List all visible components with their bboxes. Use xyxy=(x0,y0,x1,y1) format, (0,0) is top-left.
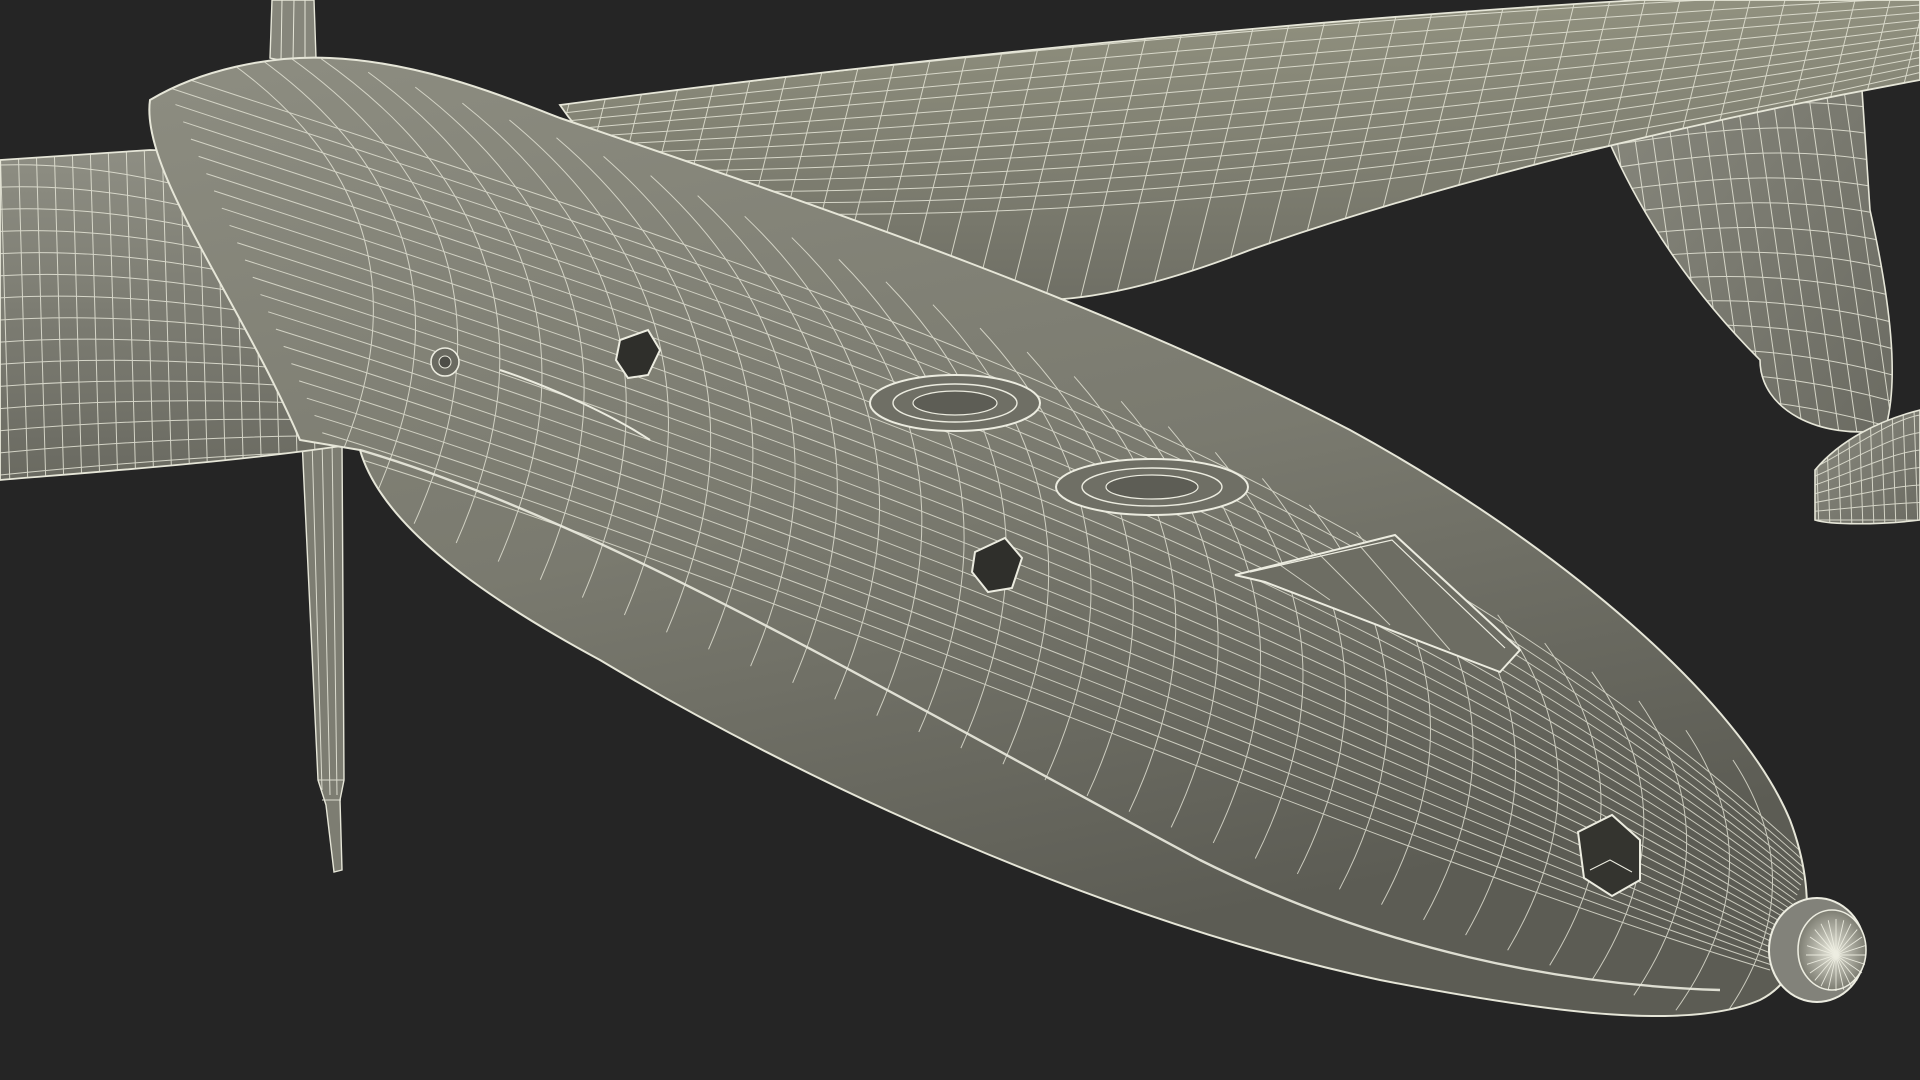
top-port-rear xyxy=(869,374,1041,432)
nose-cap xyxy=(1768,897,1867,1003)
3d-viewport xyxy=(0,0,1920,1080)
wing-bolt xyxy=(430,347,460,377)
lower-antenna xyxy=(301,439,345,873)
wireframe-render xyxy=(0,0,1920,1018)
top-port-front xyxy=(1055,458,1249,516)
upper-antenna xyxy=(269,0,317,63)
